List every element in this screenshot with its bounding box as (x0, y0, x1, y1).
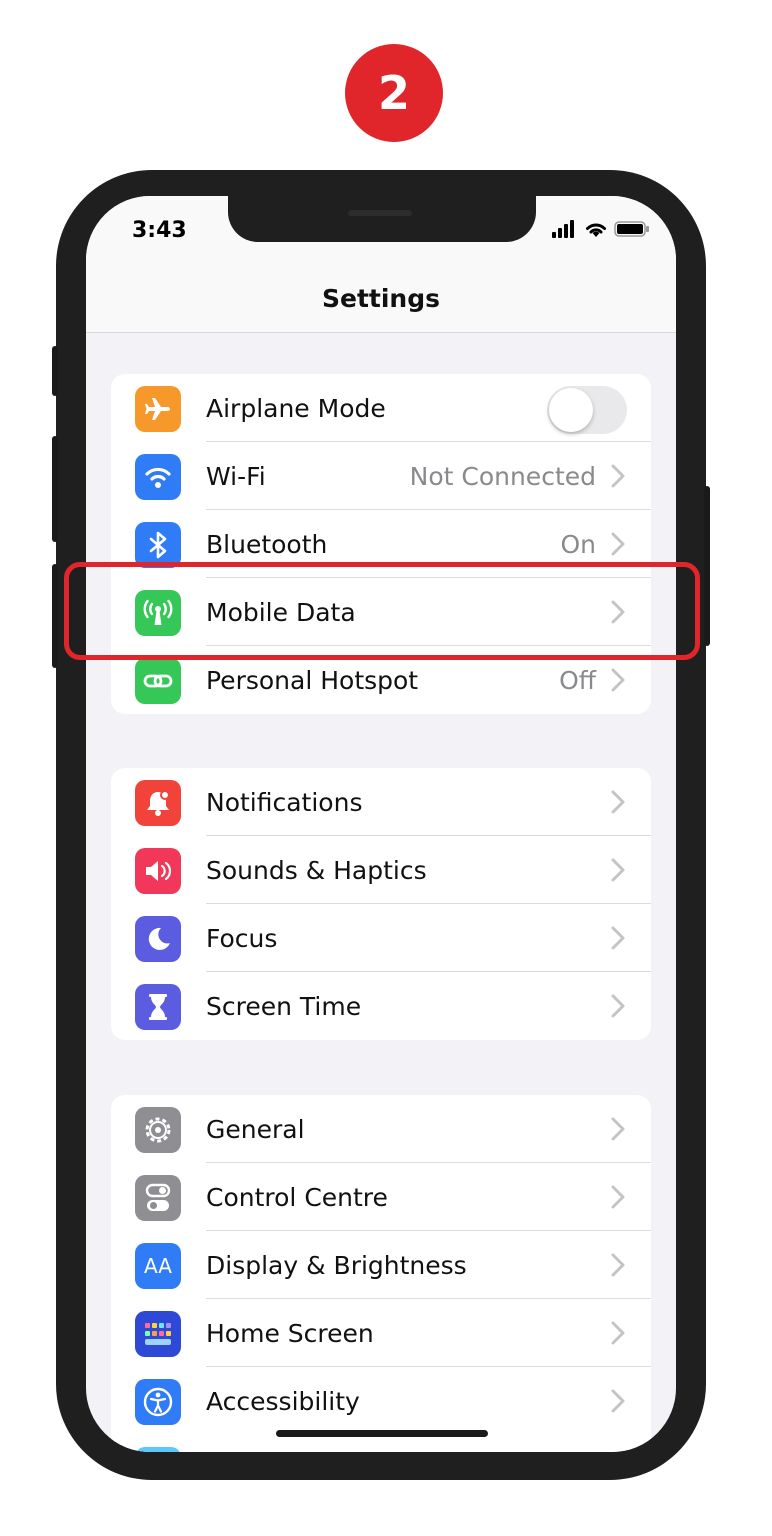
highlight-mobile-data (64, 562, 700, 660)
partial-app-icon (135, 1447, 181, 1452)
settings-row-control-centre[interactable]: Control Centre (111, 1163, 651, 1231)
chevron-right-icon (611, 1321, 625, 1345)
phone-notch (228, 196, 536, 242)
settings-row-label: Home Screen (206, 1318, 374, 1348)
settings-row-notifications[interactable]: Notifications (111, 768, 651, 836)
wifi-status-icon (586, 223, 606, 237)
airplane-icon (135, 386, 181, 432)
chevron-right-icon (611, 858, 625, 882)
speaker-icon (135, 848, 181, 894)
settings-row-label: General (206, 1114, 305, 1144)
settings-row-label: Bluetooth (206, 529, 328, 559)
settings-row-value: Not Connected (409, 461, 596, 491)
hotspot-icon (135, 658, 181, 704)
settings-row-label: Display & Brightness (206, 1250, 467, 1280)
power-button (704, 486, 710, 646)
chevron-right-icon (611, 790, 625, 814)
settings-row-value: Off (559, 665, 596, 695)
text-size-icon: AA (135, 1243, 181, 1289)
settings-row-accessibility[interactable]: Accessibility (111, 1367, 651, 1435)
settings-row-label: Focus (206, 923, 278, 953)
settings-row-general[interactable]: General (111, 1095, 651, 1163)
airplane-mode-toggle[interactable] (547, 386, 627, 434)
chevron-right-icon (611, 926, 625, 950)
app-grid-icon (135, 1311, 181, 1357)
volume-down-button (52, 564, 58, 668)
gear-icon (135, 1107, 181, 1153)
chevron-right-icon (611, 1389, 625, 1413)
settings-row-wifi[interactable]: Wi-Fi Not Connected (111, 442, 651, 510)
phone-screen: 3:43 Settings Airplane Mode Wi-Fi Not Co… (86, 196, 676, 1452)
settings-row-label: Wi-Fi (206, 461, 266, 491)
chevron-right-icon (611, 464, 625, 488)
settings-row-airplane-mode[interactable]: Airplane Mode (111, 374, 651, 442)
settings-row-display-brightness[interactable]: AA Display & Brightness (111, 1231, 651, 1299)
chevron-right-icon (611, 994, 625, 1018)
switches-icon (135, 1175, 181, 1221)
home-indicator[interactable] (276, 1430, 488, 1437)
settings-row-label: Notifications (206, 787, 363, 817)
step-number-badge: 2 (345, 44, 443, 142)
settings-group-general: General Control Centre AA Display & Brig… (111, 1095, 651, 1452)
page-title: Settings (321, 284, 440, 313)
phone-speaker (348, 210, 412, 216)
settings-row-value: On (560, 529, 596, 559)
settings-row-label: Control Centre (206, 1182, 388, 1212)
chevron-right-icon (611, 668, 625, 692)
settings-row-home-screen[interactable]: Home Screen (111, 1299, 651, 1367)
wifi-icon (135, 454, 181, 500)
settings-row-label: Sounds & Haptics (206, 855, 427, 885)
settings-row-screen-time[interactable]: Screen Time (111, 972, 651, 1040)
battery-icon (614, 221, 649, 237)
status-time: 3:43 (132, 218, 187, 243)
settings-row-label: Screen Time (206, 991, 362, 1021)
settings-group-notifications: Notifications Sounds & Haptics Focus Scr… (111, 768, 651, 1040)
status-icons (552, 220, 650, 238)
moon-icon (135, 916, 181, 962)
volume-up-button (52, 436, 58, 542)
chevron-right-icon (611, 1253, 625, 1277)
silent-switch (52, 346, 58, 396)
chevron-right-icon (611, 1117, 625, 1141)
text-size-icon-glyph: AA (144, 1254, 172, 1278)
chevron-right-icon (611, 1185, 625, 1209)
settings-group-connectivity: Airplane Mode Wi-Fi Not Connected Blueto… (111, 374, 651, 714)
chevron-right-icon (611, 532, 625, 556)
settings-row-sounds-haptics[interactable]: Sounds & Haptics (111, 836, 651, 904)
settings-row-label: Airplane Mode (206, 393, 386, 423)
settings-row-partial (111, 1435, 651, 1452)
bell-icon (135, 780, 181, 826)
hourglass-icon (135, 984, 181, 1030)
accessibility-icon (135, 1379, 181, 1425)
settings-row-focus[interactable]: Focus (111, 904, 651, 972)
cellular-signal-icon (552, 220, 574, 238)
settings-row-label: Accessibility (206, 1386, 360, 1416)
settings-row-label: Personal Hotspot (206, 665, 419, 695)
